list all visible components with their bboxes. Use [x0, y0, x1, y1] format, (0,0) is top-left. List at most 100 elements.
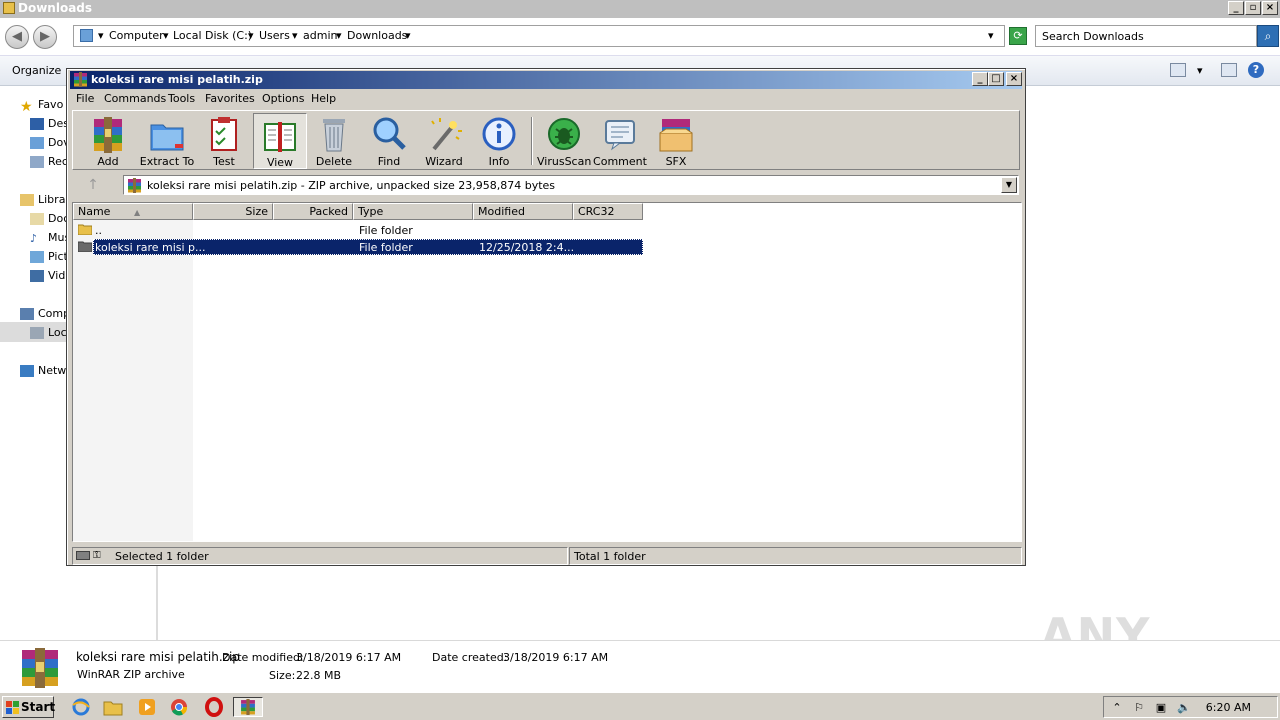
- archive-path-combobox[interactable]: koleksi rare misi pelatih.zip - ZIP arch…: [123, 175, 1019, 195]
- extract-to-button[interactable]: Extract To: [137, 113, 197, 169]
- menu-favorites[interactable]: Favorites: [205, 92, 255, 105]
- column-header-crc32[interactable]: CRC32: [573, 203, 643, 220]
- search-input[interactable]: Search Downloads: [1035, 25, 1257, 47]
- table-row[interactable]: .. File folder: [73, 222, 643, 238]
- opera-icon[interactable]: [203, 697, 225, 717]
- close-button[interactable]: ×: [1262, 1, 1278, 15]
- minimize-button[interactable]: _: [1228, 1, 1244, 15]
- nav-recent[interactable]: Rec: [30, 155, 68, 168]
- winrar-titlebar[interactable]: koleksi rare misi pelatih.zip _ □ ×: [70, 71, 1022, 89]
- breadcrumb-arrow[interactable]: ▾: [336, 29, 342, 42]
- nav-documents[interactable]: Doc: [30, 212, 69, 225]
- nav-local-disk[interactable]: Loc: [30, 326, 67, 339]
- delete-button[interactable]: Delete: [307, 113, 361, 169]
- network-icon[interactable]: ▣: [1154, 701, 1168, 714]
- find-button[interactable]: Find: [362, 113, 416, 169]
- system-tray: ⌃ ⚐ ▣ 🔈 6:20 AM: [1103, 696, 1278, 718]
- breadcrumb-admin[interactable]: admin: [303, 29, 337, 42]
- menu-help[interactable]: Help: [311, 92, 336, 105]
- details-date-modified: 3/18/2019 6:17 AM: [296, 651, 402, 664]
- delete-trash-icon: [323, 119, 345, 152]
- up-one-level-button[interactable]: ↑: [76, 175, 110, 195]
- column-header-packed[interactable]: Packed: [273, 203, 353, 220]
- breadcrumb-local-disk[interactable]: Local Disk (C:): [173, 29, 252, 42]
- extract-to-label: Extract To: [139, 155, 195, 168]
- add-button[interactable]: Add: [81, 113, 135, 169]
- help-icon[interactable]: ?: [1248, 62, 1264, 78]
- breadcrumb-arrow[interactable]: ▾: [248, 29, 254, 42]
- virusscan-button[interactable]: VirusScan: [537, 113, 591, 169]
- minimize-button[interactable]: _: [972, 72, 988, 86]
- column-header-name[interactable]: Name ▲: [73, 203, 193, 220]
- nav-network[interactable]: Netw: [20, 364, 66, 377]
- taskbar-winrar-button[interactable]: [233, 697, 263, 717]
- star-icon: ★: [20, 99, 33, 115]
- sfx-label: SFX: [665, 155, 687, 168]
- search-icon[interactable]: ⌕: [1257, 25, 1279, 47]
- forward-button[interactable]: ▶: [33, 25, 57, 49]
- breadcrumb[interactable]: ▾ Computer ▾ Local Disk (C:) ▾ Users ▾ a…: [73, 25, 1005, 47]
- chrome-icon[interactable]: [168, 697, 190, 717]
- test-button[interactable]: Test: [197, 113, 251, 169]
- nav-desktop[interactable]: Des: [30, 117, 69, 130]
- breadcrumb-arrow[interactable]: ▾: [98, 29, 104, 42]
- preview-pane-icon[interactable]: [1221, 63, 1237, 77]
- cell-type: File folder: [359, 224, 413, 237]
- menu-options[interactable]: Options: [262, 92, 304, 105]
- breadcrumb-computer[interactable]: Computer: [109, 29, 164, 42]
- sfx-box-icon: [659, 119, 693, 152]
- history-dropdown[interactable]: ▾: [988, 29, 994, 42]
- menu-commands[interactable]: Commands: [104, 92, 166, 105]
- nav-downloads[interactable]: Dov: [30, 136, 70, 149]
- back-button[interactable]: ◀: [5, 25, 29, 49]
- view-options-icon[interactable]: [1170, 63, 1186, 77]
- column-header-size[interactable]: Size: [193, 203, 273, 220]
- breadcrumb-arrow[interactable]: ▾: [405, 29, 411, 42]
- close-button[interactable]: ×: [1006, 72, 1022, 86]
- add-label: Add: [97, 155, 119, 168]
- organize-button[interactable]: Organize: [12, 64, 61, 77]
- breadcrumb-users[interactable]: Users: [259, 29, 290, 42]
- test-clipboard-icon: [211, 117, 237, 151]
- refresh-icon[interactable]: ⟳: [1009, 27, 1027, 45]
- libraries-icon: [20, 194, 34, 206]
- file-explorer-icon[interactable]: [102, 697, 124, 717]
- column-header-modified[interactable]: Modified: [473, 203, 573, 220]
- breadcrumb-downloads[interactable]: Downloads: [347, 29, 407, 42]
- nav-favorites[interactable]: ★ Favo: [20, 98, 63, 115]
- nav-music[interactable]: ♪ Mus: [30, 231, 70, 245]
- nav-pictures[interactable]: Pict: [30, 250, 68, 263]
- status-left-text: Selected 1 folder: [115, 550, 209, 563]
- internet-explorer-icon[interactable]: [70, 697, 92, 717]
- comment-button[interactable]: Comment: [593, 113, 647, 169]
- volume-icon[interactable]: 🔈: [1177, 701, 1191, 714]
- wizard-button[interactable]: Wizard: [417, 113, 471, 169]
- network-icon: [20, 365, 34, 377]
- clock[interactable]: 6:20 AM: [1206, 701, 1251, 714]
- view-button[interactable]: View: [253, 113, 307, 169]
- sfx-button[interactable]: SFX: [649, 113, 703, 169]
- nav-label: Loc: [48, 326, 67, 339]
- restore-button[interactable]: ▫: [1245, 1, 1261, 15]
- menu-file[interactable]: File: [76, 92, 94, 105]
- desktop-icon: [30, 118, 44, 130]
- view-dropdown-icon[interactable]: ▾: [1197, 64, 1203, 77]
- media-player-icon[interactable]: [136, 697, 158, 717]
- table-row-selected[interactable]: koleksi rare misi p... File folder 12/25…: [73, 239, 643, 255]
- nav-libraries[interactable]: Librar: [20, 193, 70, 206]
- chevron-down-icon[interactable]: ▼: [1001, 177, 1017, 193]
- action-center-flag-icon[interactable]: ⚐: [1132, 701, 1146, 714]
- folder-icon: [80, 29, 93, 42]
- column-header-type[interactable]: Type: [353, 203, 473, 220]
- info-button[interactable]: Info: [472, 113, 526, 169]
- explorer-titlebar[interactable]: Downloads _ ▫ ×: [0, 0, 1280, 18]
- explorer-title: Downloads: [18, 1, 93, 15]
- cell-name: koleksi rare misi p...: [95, 241, 206, 254]
- nav-computer[interactable]: Comp: [20, 307, 70, 320]
- menu-tools[interactable]: Tools: [168, 92, 195, 105]
- breadcrumb-arrow[interactable]: ▾: [163, 29, 169, 42]
- breadcrumb-arrow[interactable]: ▾: [292, 29, 298, 42]
- maximize-button[interactable]: □: [988, 72, 1004, 86]
- show-hidden-icons-icon[interactable]: ⌃: [1110, 701, 1124, 714]
- start-button[interactable]: Start: [2, 696, 55, 718]
